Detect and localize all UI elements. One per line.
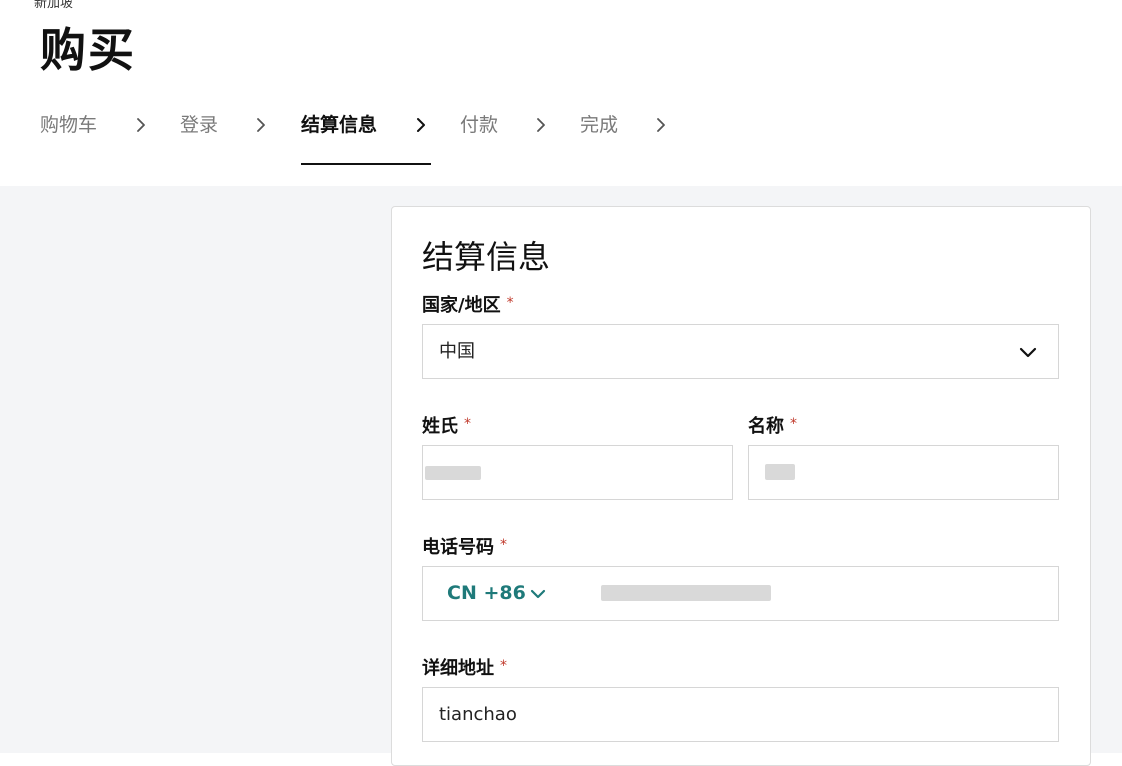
- redacted-text: [601, 585, 771, 601]
- address-label-text: 详细地址: [422, 658, 494, 679]
- step-cart[interactable]: 购物车: [40, 112, 97, 138]
- chevron-right-icon: [537, 118, 545, 132]
- first-name-input[interactable]: [748, 445, 1059, 500]
- region-label: 新加坡: [34, 0, 74, 11]
- address-input[interactable]: tianchao: [422, 687, 1059, 742]
- last-name-label: 姓氏 *: [422, 412, 471, 439]
- address-value: tianchao: [439, 704, 517, 725]
- step-login[interactable]: 登录: [180, 112, 218, 138]
- chevron-right-icon: [417, 118, 425, 132]
- active-step-indicator: [301, 163, 431, 165]
- phone-label-text: 电话号码: [422, 537, 494, 558]
- last-name-input[interactable]: [422, 445, 733, 500]
- form-title: 结算信息: [422, 238, 551, 276]
- country-select-value: 中国: [439, 341, 475, 362]
- step-payment[interactable]: 付款: [460, 112, 498, 138]
- redacted-text: [765, 464, 795, 480]
- country-label: 国家/地区 *: [422, 291, 514, 318]
- country-label-text: 国家/地区: [422, 295, 501, 316]
- required-mark: *: [500, 537, 507, 553]
- required-mark: *: [464, 416, 471, 432]
- header-region: 新加坡 购买 购物车 登录 结算信息 付款 完成: [0, 0, 1122, 186]
- address-label: 详细地址 *: [422, 654, 507, 681]
- phone-field: CN +86: [422, 566, 1059, 621]
- page-title: 购买: [40, 23, 136, 77]
- first-name-label-text: 名称: [748, 416, 784, 437]
- chevron-right-icon: [257, 118, 265, 132]
- required-mark: *: [790, 416, 797, 432]
- redacted-text: [425, 466, 481, 480]
- phone-country-code-select[interactable]: CN +86: [447, 567, 526, 620]
- required-mark: *: [500, 658, 507, 674]
- chevron-right-icon: [137, 118, 145, 132]
- billing-form-card: 结算信息 国家/地区 * 中国 姓氏 * 名称 * 电话号码 * CN +86: [391, 206, 1091, 766]
- chevron-right-icon: [657, 118, 665, 132]
- phone-label: 电话号码 *: [422, 533, 507, 560]
- chevron-down-icon: [530, 589, 546, 599]
- checkout-steps: 购物车 登录 结算信息 付款 完成: [0, 100, 1122, 166]
- first-name-label: 名称 *: [748, 412, 797, 439]
- phone-number-input[interactable]: [599, 567, 1059, 620]
- last-name-label-text: 姓氏: [422, 416, 458, 437]
- step-billing[interactable]: 结算信息: [301, 112, 377, 138]
- required-mark: *: [506, 295, 514, 311]
- chevron-down-icon: [1019, 347, 1037, 358]
- step-complete[interactable]: 完成: [580, 112, 618, 138]
- country-select[interactable]: 中国: [422, 324, 1059, 379]
